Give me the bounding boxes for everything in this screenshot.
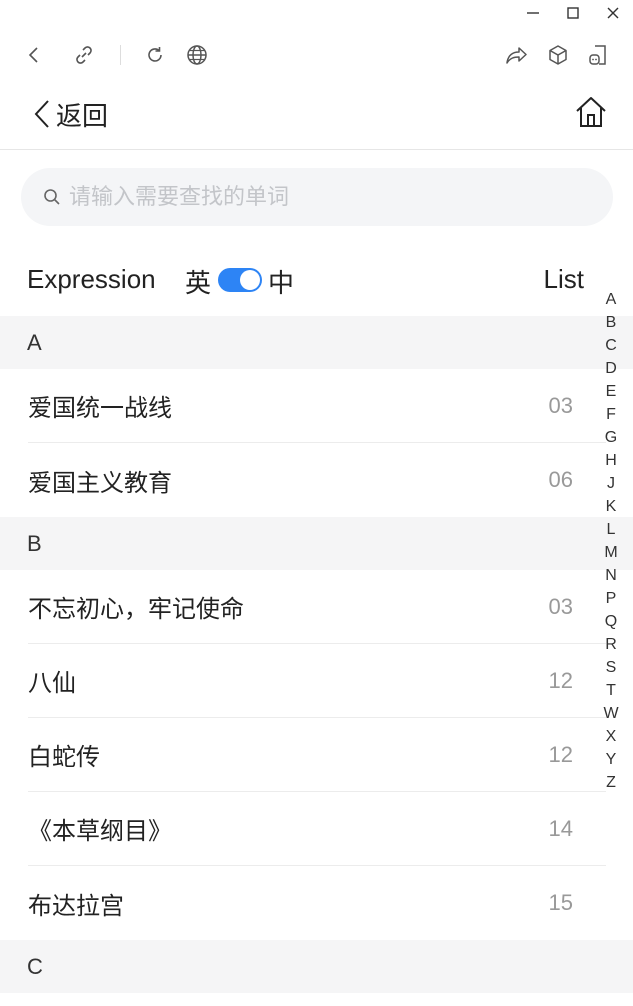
globe-icon xyxy=(187,45,207,65)
back-arrow-button[interactable] xyxy=(22,43,46,67)
alphabet-index-letter[interactable]: K xyxy=(606,495,617,518)
item-count: 15 xyxy=(548,890,573,915)
link-button[interactable] xyxy=(72,43,96,67)
globe-button[interactable] xyxy=(185,43,209,67)
search-icon xyxy=(44,189,60,205)
alphabet-index-letter[interactable]: E xyxy=(606,380,617,403)
link-icon xyxy=(76,46,92,64)
item-name: 八仙 xyxy=(28,669,76,697)
alphabet-index-letter[interactable]: B xyxy=(606,311,617,334)
alphabet-index: ABCDEFGHJKLMNPQRSTWXYZ xyxy=(603,288,619,794)
minimize-button[interactable] xyxy=(513,0,553,26)
close-button[interactable] xyxy=(593,0,633,26)
maximize-icon xyxy=(567,7,579,19)
alphabet-index-letter[interactable]: S xyxy=(606,656,617,679)
list-item[interactable]: 不忘初心，牢记使命 03 xyxy=(28,570,606,644)
toolbar-divider xyxy=(120,45,121,65)
alphabet-index-letter[interactable]: Y xyxy=(606,748,617,771)
cube-button[interactable] xyxy=(546,43,570,67)
close-icon xyxy=(607,7,619,19)
section-header: A xyxy=(0,316,633,369)
list-item[interactable]: 爱国主义教育 06 xyxy=(28,443,606,517)
section-header: B xyxy=(0,517,633,570)
item-name: 爱国统一战线 xyxy=(28,394,172,422)
alphabet-index-letter[interactable]: R xyxy=(605,633,617,656)
home-button[interactable] xyxy=(573,94,609,130)
chevron-left-icon xyxy=(34,100,49,128)
alphabet-index-letter[interactable]: G xyxy=(605,426,617,449)
window-controls xyxy=(513,0,633,26)
item-count: 06 xyxy=(548,467,573,492)
item-name: 不忘初心，牢记使命 xyxy=(28,595,244,623)
back-arrow-icon xyxy=(28,47,38,63)
item-count: 12 xyxy=(548,667,573,693)
home-icon xyxy=(576,97,606,127)
item-name: 爱国主义教育 xyxy=(28,468,172,497)
alphabet-index-letter[interactable]: C xyxy=(605,334,617,357)
list-item[interactable]: 八仙 12 xyxy=(28,644,606,718)
alphabet-index-letter[interactable]: H xyxy=(605,449,617,472)
alphabet-index-letter[interactable]: N xyxy=(605,564,617,587)
browser-toolbar xyxy=(0,30,633,80)
item-name: 白蛇传 xyxy=(28,743,100,771)
alphabet-index-letter[interactable]: D xyxy=(605,357,617,380)
term-list: A 爱国统一战线 03 爱国主义教育 06 B 不忘初心，牢记使命 03 八仙 … xyxy=(0,316,633,993)
lang-en-label: 英 xyxy=(185,268,212,298)
search-input[interactable] xyxy=(69,184,569,210)
search-bar[interactable] xyxy=(21,168,613,226)
list-item[interactable]: 《本草纲目》 14 xyxy=(28,792,606,866)
alphabet-index-letter[interactable]: X xyxy=(606,725,617,748)
refresh-button[interactable] xyxy=(143,43,167,67)
maximize-button[interactable] xyxy=(553,0,593,26)
share-button[interactable] xyxy=(504,43,528,67)
item-name: 《本草纲目》 xyxy=(28,817,172,845)
alphabet-index-letter[interactable]: P xyxy=(606,587,617,610)
alphabet-index-letter[interactable]: M xyxy=(604,541,617,564)
lang-zh-label: 中 xyxy=(268,268,295,298)
alphabet-index-letter[interactable]: A xyxy=(606,288,617,311)
mini-program-button[interactable] xyxy=(586,43,610,67)
alphabet-index-letter[interactable]: F xyxy=(606,403,616,426)
minimize-icon xyxy=(527,12,539,14)
refresh-icon xyxy=(148,47,162,62)
alphabet-index-letter[interactable]: Q xyxy=(605,610,617,633)
alphabet-index-letter[interactable]: W xyxy=(603,702,618,725)
item-name: 布达拉宫 xyxy=(28,891,124,920)
back-label: 返回 xyxy=(56,100,109,131)
item-count: 03 xyxy=(548,593,573,619)
filter-row: Expression 英 中 List xyxy=(0,250,600,310)
item-count: 03 xyxy=(548,392,573,418)
language-toggle[interactable] xyxy=(218,268,262,292)
share-icon xyxy=(506,47,527,64)
item-count: 14 xyxy=(548,815,573,841)
alphabet-index-letter[interactable]: L xyxy=(607,518,616,541)
alphabet-index-letter[interactable]: Z xyxy=(606,771,616,794)
list-view-button[interactable]: List xyxy=(544,264,584,295)
section-header: C xyxy=(0,940,633,993)
alphabet-index-letter[interactable]: T xyxy=(606,679,616,702)
mode-label[interactable]: Expression xyxy=(27,264,156,295)
list-item[interactable]: 爱国统一战线 03 xyxy=(28,369,606,443)
list-item[interactable]: 布达拉宫 15 xyxy=(28,866,606,940)
toggle-knob xyxy=(240,270,260,290)
alphabet-index-letter[interactable]: J xyxy=(607,472,615,495)
list-item[interactable]: 白蛇传 12 xyxy=(28,718,606,792)
back-button[interactable]: 返回 xyxy=(32,94,108,134)
mini-program-icon xyxy=(589,45,606,65)
page-header: 返回 xyxy=(0,80,633,150)
item-count: 12 xyxy=(548,741,573,767)
cube-icon xyxy=(549,45,567,65)
